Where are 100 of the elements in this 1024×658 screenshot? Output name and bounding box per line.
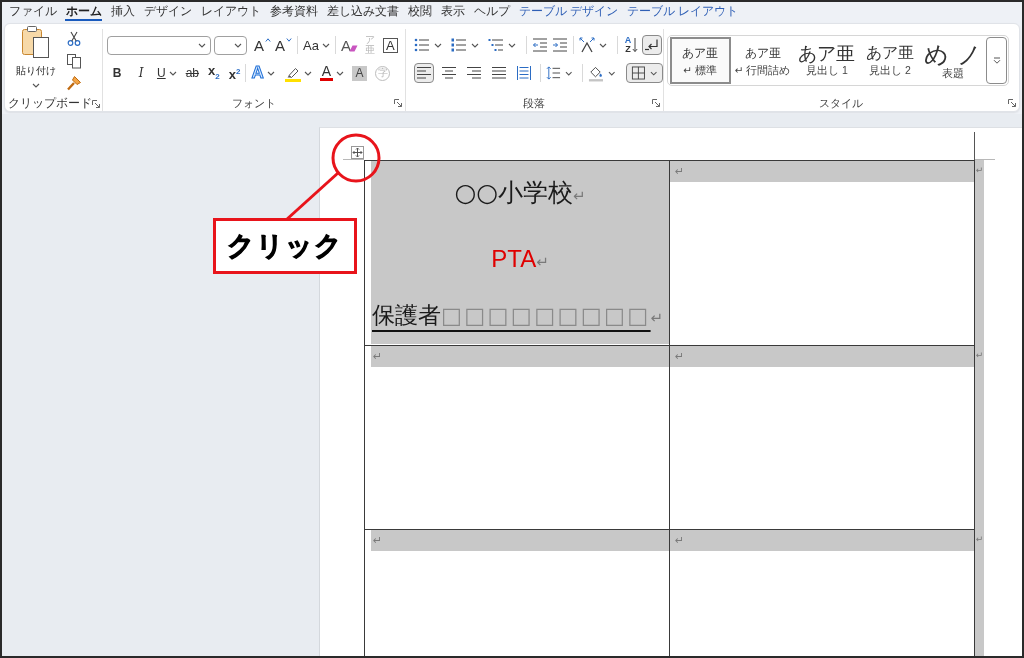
style-item[interactable]: あア亜 ↵ 行間詰め [730,37,795,84]
chevron-down-icon[interactable] [598,42,607,48]
character-shading-button[interactable]: A [352,65,368,81]
paint-bucket-icon[interactable] [588,64,604,82]
copy-icon[interactable] [66,53,82,69]
dialog-launcher-icon[interactable] [651,99,660,107]
grow-font-button[interactable]: A [254,35,271,55]
sort-button[interactable]: A Z [624,35,639,55]
chevron-down-icon [650,70,658,76]
underline-button[interactable]: U [157,63,177,83]
style-item[interactable]: め ノ 表題 [920,37,986,84]
decrease-indent-icon[interactable] [531,37,548,53]
chevron-down-icon [992,57,1001,64]
caret-down-icon [286,38,293,42]
chevron-down-icon [198,42,206,48]
character-border-button[interactable]: A [382,37,398,53]
font-size-dropdown[interactable] [214,35,247,55]
row-end-mark: ↵ [975,529,984,656]
group-label: 段落 [523,95,546,111]
superscript-button[interactable]: x$^{2}$ [228,63,241,83]
paintbrush-icon[interactable] [66,75,82,91]
style-item[interactable]: あア亜 ↵ 標準 [669,37,731,84]
style-item[interactable]: あア亜 見出し 1 [794,37,860,84]
dialog-launcher-icon[interactable] [1008,99,1016,107]
paragraph-mark: ↵ [373,350,383,363]
ribbon-tab[interactable]: ヘルプ [469,2,514,21]
heading-text: ○○小学校 [454,178,574,207]
group-label: クリップボード [8,95,92,112]
ribbon-tab[interactable]: 挿入 [106,2,139,21]
chevron-down-icon [168,70,177,76]
chevron-down-icon[interactable] [507,42,516,48]
numbered-list-icon[interactable] [450,37,467,53]
style-item[interactable]: あア亜 見出し 2 [859,37,921,84]
return-arrow-icon [644,37,661,53]
clear-formatting-button[interactable]: A [340,35,358,55]
bold-button[interactable]: B [109,63,125,83]
chevron-down-icon[interactable] [470,42,479,48]
shrink-font-button[interactable]: A [275,35,293,55]
font-color-button[interactable]: A [319,63,345,83]
subscript-button[interactable]: x$_{2}$ [208,63,220,83]
chevron-down-icon[interactable] [564,70,573,76]
line-spacing-icon[interactable] [545,65,561,81]
move-handle-icon[interactable] [351,146,364,159]
change-case-button[interactable]: Aa [303,35,330,55]
row-end-mark: ↵ [975,345,984,529]
dialog-launcher-icon[interactable] [92,99,100,108]
ribbon-tab[interactable]: ファイル [4,2,61,21]
chevron-down-icon[interactable] [607,70,616,76]
italic-button[interactable]: I [133,63,149,83]
paragraph-mark: ↵ [675,350,685,363]
group-label: スタイル [819,95,864,111]
justify-icon [490,65,507,81]
chevron-down-icon [336,70,345,76]
bullet-list-icon[interactable] [413,37,430,53]
ribbon-tab[interactable]: レイアウト [196,2,265,21]
group-label: フォント [231,95,276,111]
ribbon-tab[interactable]: テーブル レイアウト [622,2,743,21]
subheading-text: PTA [491,245,537,272]
down-arrow-icon [632,37,639,53]
chevron-down-icon [32,83,40,88]
distribute-icon [515,65,532,81]
chevron-down-icon [234,42,242,48]
ribbon-tab[interactable]: 校閲 [403,2,436,21]
ribbon-tab[interactable]: テーブル デザイン [514,2,623,21]
align-right-icon [465,65,482,81]
field-label: 保護者 [372,303,441,328]
ribbon-tab[interactable]: 表示 [436,2,469,21]
dialog-launcher-icon[interactable] [393,99,402,107]
chevron-down-icon [321,42,330,48]
paragraph-mark: ↵ [650,309,664,327]
chevron-down-icon [266,70,275,76]
ribbon-tab[interactable]: デザイン [139,2,196,21]
callout-label: クリック [213,218,357,274]
paragraph-mark: ↵ [536,253,549,271]
align-center-icon [440,65,457,81]
show-marks-button[interactable] [642,35,663,55]
grid-icon [631,65,647,81]
row-end-mark: ↵ [975,160,984,345]
chevron-down-icon[interactable] [303,70,312,76]
ribbon-tab[interactable]: 参考資料 [265,2,322,21]
alignment-button[interactable] [413,63,434,83]
align-left-icon [415,65,432,81]
ribbon-tab[interactable]: 差し込み文書 [322,2,403,21]
multilevel-list-icon[interactable] [487,37,504,53]
paragraph-mark: ↵ [373,534,383,547]
chevron-down-icon[interactable] [433,42,442,48]
increase-indent-icon[interactable] [551,37,568,53]
paragraph-mark: ↵ [675,534,685,547]
paragraph-mark: ↵ [675,165,685,178]
gallery-more-button[interactable] [986,37,1007,84]
paste-button[interactable]: 貼り付け [14,29,58,95]
caret-up-icon [265,38,271,42]
scissors-icon[interactable] [66,31,82,47]
font-name-dropdown[interactable] [107,35,211,55]
strikethrough-button[interactable]: ab [185,63,200,83]
expand-arrows-icon[interactable] [578,37,595,53]
borders-button[interactable] [626,63,663,83]
circle-marker [331,133,381,183]
ribbon-tab[interactable]: ホーム [61,2,106,21]
paragraph-mark: ↵ [573,187,586,205]
